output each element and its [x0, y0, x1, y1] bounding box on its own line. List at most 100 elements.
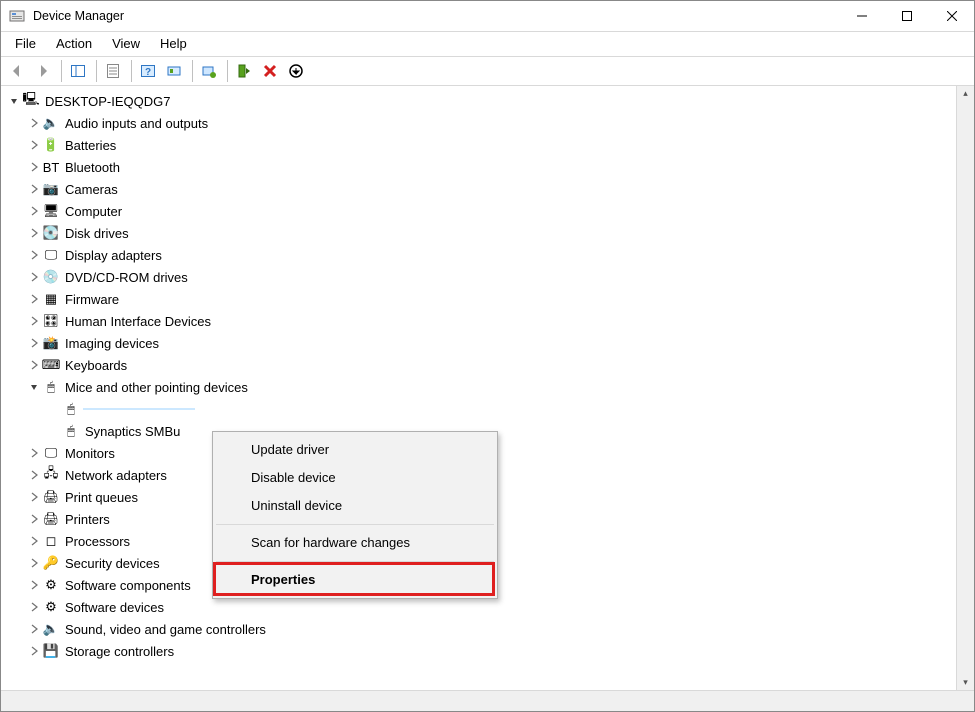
- tree-node-label: Storage controllers: [63, 643, 176, 660]
- display-icon: 🖵: [43, 247, 59, 263]
- menu-file[interactable]: File: [5, 32, 46, 56]
- context-menu-item[interactable]: Uninstall device: [215, 492, 495, 520]
- tree-node-label: Audio inputs and outputs: [63, 115, 210, 132]
- scroll-down-icon[interactable]: ▾: [961, 675, 970, 690]
- tree-node[interactable]: 🎛Human Interface Devices: [7, 310, 956, 332]
- toolbar-separator: [61, 60, 62, 82]
- tree-node[interactable]: BTBluetooth: [7, 156, 956, 178]
- tree-node-label: Printers: [63, 511, 112, 528]
- imaging-icon: 📸: [43, 335, 59, 351]
- minimize-button[interactable]: [839, 1, 884, 31]
- tree-node[interactable]: 💽Disk drives: [7, 222, 956, 244]
- tree-node-label: Processors: [63, 533, 132, 550]
- expand-icon[interactable]: [27, 316, 41, 326]
- tree-node-label: Bluetooth: [63, 159, 122, 176]
- toolbar-separator: [227, 60, 228, 82]
- enable-device-button[interactable]: [232, 59, 256, 83]
- tree-node[interactable]: 💾Storage controllers: [7, 640, 956, 662]
- optical-icon: 💿: [43, 269, 59, 285]
- context-menu-item[interactable]: Update driver: [215, 436, 495, 464]
- network-icon: 🖧: [43, 467, 59, 483]
- help-button[interactable]: ?: [136, 59, 160, 83]
- tree-node[interactable]: 🖱: [7, 398, 956, 420]
- expand-icon[interactable]: [27, 646, 41, 656]
- context-menu-item[interactable]: Properties: [215, 566, 495, 594]
- expand-icon[interactable]: [27, 514, 41, 524]
- tree-node[interactable]: 📸Imaging devices: [7, 332, 956, 354]
- tree-node-label: Human Interface Devices: [63, 313, 213, 330]
- properties-button[interactable]: [101, 59, 125, 83]
- toolbar-separator: [192, 60, 193, 82]
- expand-icon[interactable]: [27, 294, 41, 304]
- tree-node[interactable]: ▦Firmware: [7, 288, 956, 310]
- expand-icon[interactable]: [27, 118, 41, 128]
- collapse-icon[interactable]: [7, 96, 21, 106]
- context-menu-item[interactable]: Disable device: [215, 464, 495, 492]
- collapse-icon[interactable]: [27, 382, 41, 392]
- device-tree[interactable]: 🖳DESKTOP-IEQQDG7🔈Audio inputs and output…: [1, 86, 956, 690]
- tree-node[interactable]: 💿DVD/CD-ROM drives: [7, 266, 956, 288]
- tree-node[interactable]: 🖥Computer: [7, 200, 956, 222]
- tree-node[interactable]: 🖱Mice and other pointing devices: [7, 376, 956, 398]
- expand-icon[interactable]: [27, 206, 41, 216]
- bluetooth-icon: BT: [43, 159, 59, 175]
- tree-node[interactable]: 🔈Sound, video and game controllers: [7, 618, 956, 640]
- tree-node-label: Firmware: [63, 291, 121, 308]
- client-area: 🖳DESKTOP-IEQQDG7🔈Audio inputs and output…: [1, 86, 974, 690]
- expand-icon[interactable]: [27, 492, 41, 502]
- forward-button[interactable]: [31, 59, 55, 83]
- expand-icon[interactable]: [27, 162, 41, 172]
- tree-node-label: Batteries: [63, 137, 118, 154]
- tree-node[interactable]: ⌨Keyboards: [7, 354, 956, 376]
- mouse-icon: 🖱: [63, 401, 79, 417]
- tree-node-label: Mice and other pointing devices: [63, 379, 250, 396]
- expand-icon[interactable]: [27, 448, 41, 458]
- expand-icon[interactable]: [27, 250, 41, 260]
- expand-icon[interactable]: [27, 184, 41, 194]
- expand-icon[interactable]: [27, 536, 41, 546]
- expand-icon[interactable]: [27, 228, 41, 238]
- close-button[interactable]: [929, 1, 974, 31]
- tree-node[interactable]: ⚙Software devices: [7, 596, 956, 618]
- tree-node[interactable]: 🔈Audio inputs and outputs: [7, 112, 956, 134]
- disable-device-button[interactable]: [284, 59, 308, 83]
- camera-icon: 📷: [43, 181, 59, 197]
- computer-icon: 🖥: [43, 203, 59, 219]
- expand-icon[interactable]: [27, 580, 41, 590]
- expand-icon[interactable]: [27, 140, 41, 150]
- software-icon: ⚙: [43, 577, 59, 593]
- mouse-icon: 🖱: [43, 379, 59, 395]
- uninstall-device-button[interactable]: [258, 59, 282, 83]
- context-menu-separator: [216, 561, 494, 562]
- context-menu-item[interactable]: Scan for hardware changes: [215, 529, 495, 557]
- scroll-up-icon[interactable]: ▴: [961, 86, 970, 101]
- speaker-icon: 🔈: [43, 115, 59, 131]
- menu-view[interactable]: View: [102, 32, 150, 56]
- maximize-button[interactable]: [884, 1, 929, 31]
- toolbar-separator: [131, 60, 132, 82]
- disk-icon: 💽: [43, 225, 59, 241]
- tree-node-label: Software devices: [63, 599, 166, 616]
- show-hide-console-button[interactable]: [66, 59, 90, 83]
- back-button[interactable]: [5, 59, 29, 83]
- expand-icon[interactable]: [27, 360, 41, 370]
- tree-node[interactable]: 📷Cameras: [7, 178, 956, 200]
- tree-node[interactable]: 🖵Display adapters: [7, 244, 956, 266]
- expand-icon[interactable]: [27, 558, 41, 568]
- printer-icon: 🖨: [43, 489, 59, 505]
- expand-icon[interactable]: [27, 470, 41, 480]
- tree-node[interactable]: 🔋Batteries: [7, 134, 956, 156]
- menu-action[interactable]: Action: [46, 32, 102, 56]
- device-manager-window: Device Manager File Action View Help ? 🖳…: [0, 0, 975, 712]
- expand-icon[interactable]: [27, 602, 41, 612]
- monitor-icon: 🖵: [43, 445, 59, 461]
- vertical-scrollbar[interactable]: ▴ ▾: [956, 86, 974, 690]
- menu-help[interactable]: Help: [150, 32, 197, 56]
- scan-hardware-button[interactable]: [162, 59, 186, 83]
- expand-icon[interactable]: [27, 624, 41, 634]
- tree-node-label: Software components: [63, 577, 193, 594]
- expand-icon[interactable]: [27, 338, 41, 348]
- expand-icon[interactable]: [27, 272, 41, 282]
- update-driver-button[interactable]: [197, 59, 221, 83]
- tree-node[interactable]: 🖳DESKTOP-IEQQDG7: [7, 90, 956, 112]
